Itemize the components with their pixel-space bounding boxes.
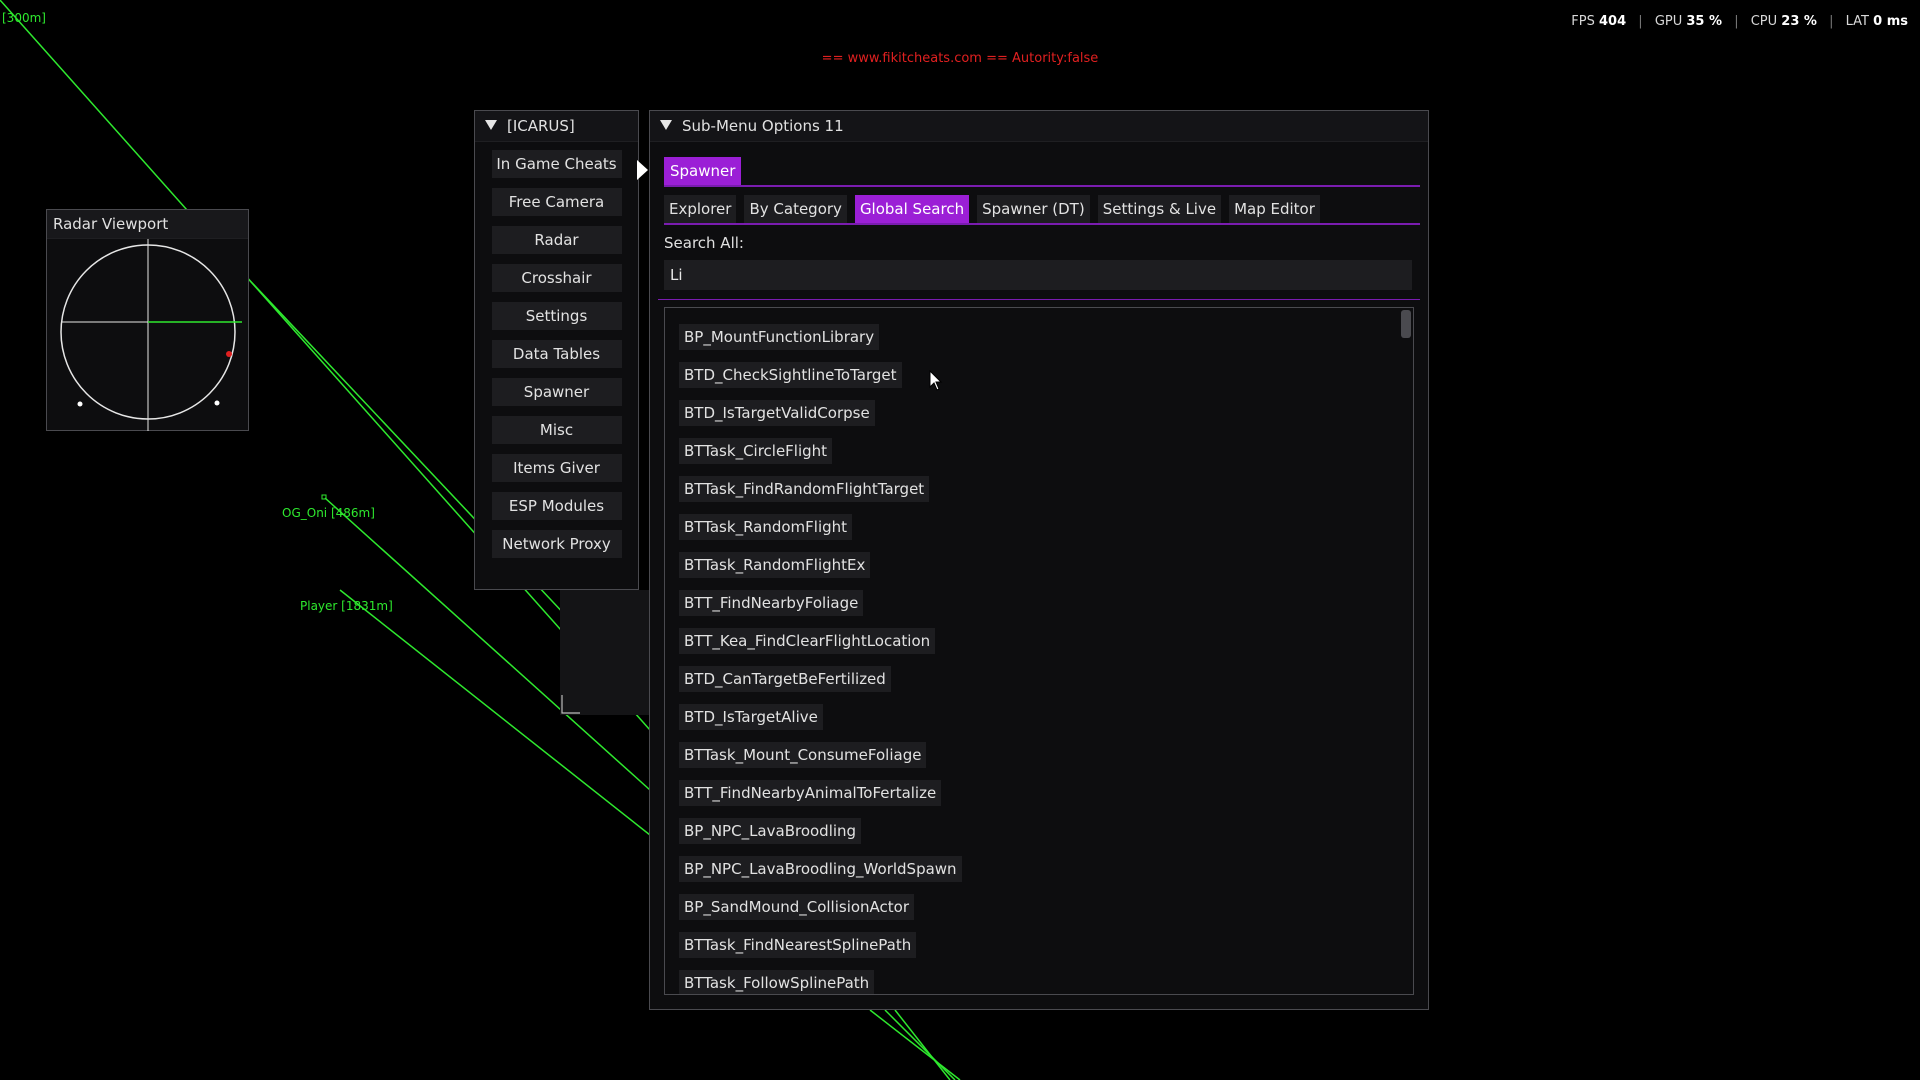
tab-global-search[interactable]: Global Search xyxy=(854,195,970,223)
list-item[interactable]: BTTask_FindRandomFlightTarget xyxy=(679,476,930,502)
tab-settings-live[interactable]: Settings & Live xyxy=(1097,195,1222,223)
search-input[interactable] xyxy=(664,260,1412,290)
esp-label-og-oni: OG_Oni [486m] xyxy=(282,506,375,520)
tab-spawner-dt[interactable]: Spawner (DT) xyxy=(977,195,1090,223)
tab-explorer[interactable]: Explorer xyxy=(664,195,737,223)
main-menu-titlebar[interactable]: [ICARUS] xyxy=(475,111,638,142)
tab-underline-2 xyxy=(664,223,1420,225)
list-item[interactable]: BP_NPC_LavaBroodling_WorldSpawn xyxy=(679,856,962,882)
fps-label: FPS xyxy=(1571,14,1595,29)
main-menu-window[interactable]: [ICARUS] In Game Cheats Free Camera Rada… xyxy=(474,110,639,590)
list-item[interactable]: BTT_FindNearbyFoliage xyxy=(679,590,864,616)
collapse-triangle-icon[interactable] xyxy=(485,119,497,130)
menu-button-misc[interactable]: Misc xyxy=(491,416,622,444)
main-menu-list: In Game Cheats Free Camera Radar Crossha… xyxy=(475,142,638,558)
list-item[interactable]: BTD_IsTargetAlive xyxy=(679,704,823,730)
mouse-cursor-icon xyxy=(929,370,943,391)
collapse-triangle-icon[interactable] xyxy=(660,119,672,130)
list-item[interactable]: BTTask_CircleFlight xyxy=(679,438,833,464)
primary-tab-bar: Spawner xyxy=(664,157,742,185)
menu-button-radar[interactable]: Radar xyxy=(491,226,622,254)
menu-button-free-camera[interactable]: Free Camera xyxy=(491,188,622,216)
list-item[interactable]: BTT_FindNearbyAnimalToFertalize xyxy=(679,780,942,806)
menu-button-in-game-cheats[interactable]: In Game Cheats xyxy=(491,150,622,178)
performance-hud: FPS 404 | GPU 35 % | CPU 23 % | LAT 0 ms xyxy=(1571,14,1908,29)
scrollbar-thumb[interactable] xyxy=(1401,310,1411,338)
submenu-window[interactable]: Sub-Menu Options 11 Spawner Explorer By C… xyxy=(649,110,1429,1010)
list-item[interactable]: BTD_IsTargetValidCorpse xyxy=(679,400,875,426)
search-label: Search All: xyxy=(664,234,744,252)
cpu-label: CPU xyxy=(1750,14,1778,29)
gpu-label: GPU xyxy=(1654,14,1683,29)
list-item[interactable]: BTT_Kea_FindClearFlightLocation xyxy=(679,628,936,654)
list-item[interactable]: BTTask_RandomFlight xyxy=(679,514,853,540)
menu-button-spawner[interactable]: Spawner xyxy=(491,378,622,406)
lat-value: 0 ms xyxy=(1873,14,1908,29)
list-item[interactable]: BP_NPC_LavaBroodling xyxy=(679,818,862,844)
lat-label: LAT xyxy=(1845,14,1869,29)
list-item[interactable]: BTTask_FindNearestSplinePath xyxy=(679,932,917,958)
list-item[interactable]: BTD_CanTargetBeFertilized xyxy=(679,666,891,692)
list-item[interactable]: BP_SandMound_CollisionActor xyxy=(679,894,915,920)
list-item[interactable]: BTTask_Mount_ConsumeFoliage xyxy=(679,742,927,768)
corner-distance-label: [300m] xyxy=(2,11,46,25)
menu-button-esp-modules[interactable]: ESP Modules xyxy=(491,492,622,520)
list-item[interactable]: BTTask_FollowSplinePath xyxy=(679,970,875,994)
submenu-titlebar[interactable]: Sub-Menu Options 11 xyxy=(650,111,1428,142)
background-box xyxy=(560,590,650,715)
menu-button-network-proxy[interactable]: Network Proxy xyxy=(491,530,622,558)
list-item[interactable]: BTD_CheckSightlineToTarget xyxy=(679,362,902,388)
radar-display xyxy=(60,239,242,431)
menu-button-crosshair[interactable]: Crosshair xyxy=(491,264,622,292)
main-menu-title: [ICARUS] xyxy=(507,117,575,135)
separator xyxy=(658,299,1420,300)
tab-by-category[interactable]: By Category xyxy=(744,195,847,223)
fps-value: 404 xyxy=(1599,14,1627,29)
cpu-value: 23 % xyxy=(1781,14,1817,29)
game-viewport: [300m] OG_Oni [486m] Player [1831m] == w… xyxy=(0,0,1920,1080)
spawner-tab-bar: Explorer By Category Global Search Spawner … xyxy=(664,195,1328,223)
gpu-value: 35 % xyxy=(1686,14,1723,29)
results-scrollbar[interactable] xyxy=(1399,310,1411,992)
tab-spawner[interactable]: Spawner xyxy=(664,157,742,185)
radar-title[interactable]: Radar Viewport xyxy=(47,210,248,239)
menu-button-items-giver[interactable]: Items Giver xyxy=(491,454,622,482)
search-results-list[interactable]: BP_MountFunctionLibrary BTD_CheckSightli… xyxy=(664,307,1414,995)
active-menu-arrow-icon xyxy=(637,160,648,180)
submenu-title: Sub-Menu Options 11 xyxy=(682,117,844,135)
corner-bracket xyxy=(561,695,580,714)
watermark-text: == www.fikitcheats.com == Autority:false xyxy=(821,51,1099,66)
list-item[interactable]: BTTask_RandomFlightEx xyxy=(679,552,871,578)
list-item[interactable]: BP_MountFunctionLibrary xyxy=(679,324,880,350)
tab-map-editor[interactable]: Map Editor xyxy=(1229,195,1320,223)
radar-window[interactable]: Radar Viewport xyxy=(46,209,249,431)
menu-button-data-tables[interactable]: Data Tables xyxy=(491,340,622,368)
menu-button-settings[interactable]: Settings xyxy=(491,302,622,330)
esp-label-player: Player [1831m] xyxy=(300,599,393,613)
tab-underline xyxy=(664,185,1420,187)
